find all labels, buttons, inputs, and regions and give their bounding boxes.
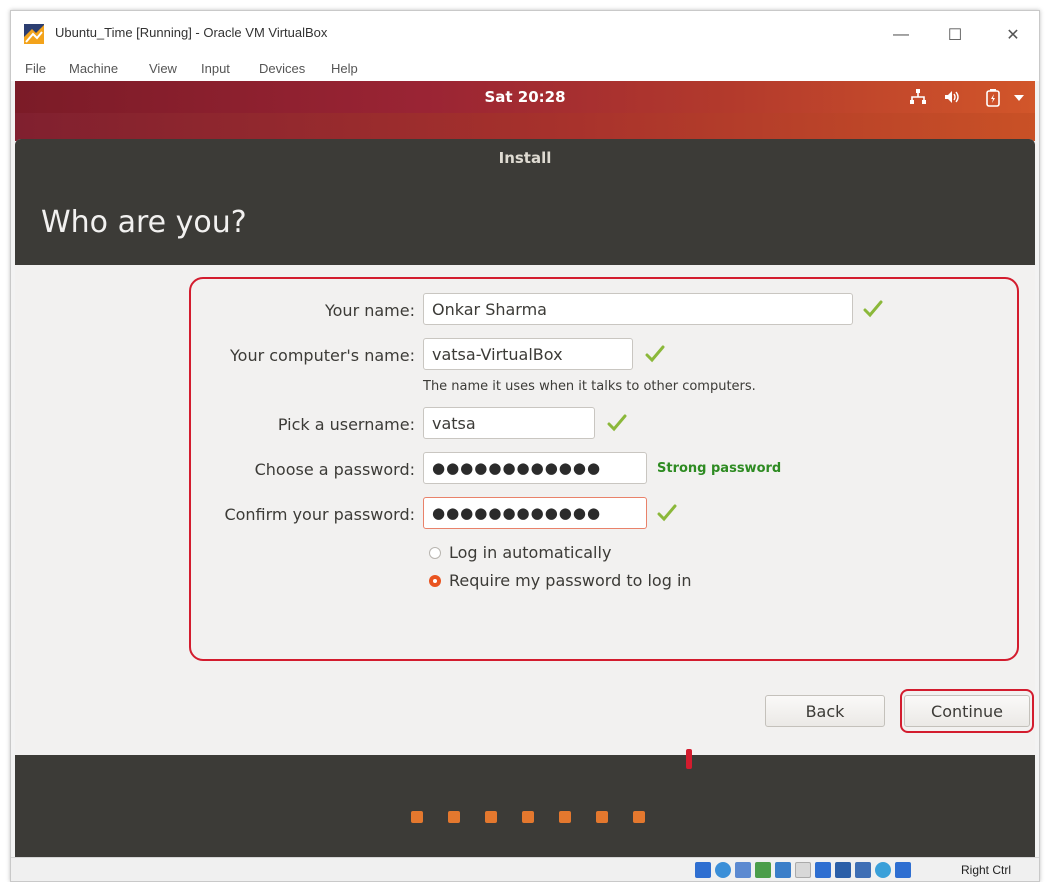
slide-dot[interactable] bbox=[485, 811, 497, 823]
volume-icon[interactable] bbox=[943, 89, 961, 105]
host-key-label: Right Ctrl bbox=[961, 863, 1012, 877]
annotation-button-box bbox=[900, 689, 1034, 733]
window-title: Ubuntu_Time [Running] - Oracle VM Virtua… bbox=[55, 25, 328, 40]
slide-dot[interactable] bbox=[411, 811, 423, 823]
slideshow-area bbox=[15, 755, 1035, 857]
menu-bar: File Machine View Input Devices Help bbox=[11, 59, 1039, 81]
desktop-wallpaper bbox=[15, 113, 1035, 141]
audio-icon[interactable] bbox=[735, 862, 751, 878]
maximize-button[interactable]: ☐ bbox=[933, 21, 977, 49]
installer-window: Install Who are you? Your name: Onkar Sh… bbox=[15, 139, 1035, 857]
mouse-integration-icon[interactable] bbox=[875, 862, 891, 878]
maximize-icon: ☐ bbox=[947, 27, 963, 44]
keyboard-capture-icon[interactable] bbox=[895, 862, 911, 878]
menu-help[interactable]: Help bbox=[331, 61, 358, 76]
close-button[interactable]: ✕ bbox=[991, 21, 1035, 49]
shared-folders-icon[interactable] bbox=[795, 862, 811, 878]
optical-drive-icon[interactable] bbox=[715, 862, 731, 878]
video-capture-icon[interactable] bbox=[835, 862, 851, 878]
vbox-statusbar: Right Ctrl bbox=[11, 857, 1039, 881]
network-adapter-icon[interactable] bbox=[755, 862, 771, 878]
menu-arrow-icon[interactable] bbox=[1013, 92, 1025, 104]
display-icon[interactable] bbox=[815, 862, 831, 878]
battery-icon[interactable] bbox=[985, 89, 1001, 107]
menu-view[interactable]: View bbox=[149, 61, 177, 76]
virtualbox-logo-icon bbox=[24, 24, 44, 44]
ubuntu-top-panel: Sat 20:28 bbox=[15, 81, 1035, 113]
minimize-button[interactable]: — bbox=[879, 21, 923, 49]
minimize-icon: — bbox=[893, 26, 909, 43]
window-titlebar[interactable]: Ubuntu_Time [Running] - Oracle VM Virtua… bbox=[11, 11, 1039, 59]
virtualbox-window: Ubuntu_Time [Running] - Oracle VM Virtua… bbox=[10, 10, 1040, 882]
slide-dot[interactable] bbox=[522, 811, 534, 823]
hard-disk-icon[interactable] bbox=[695, 862, 711, 878]
installer-title: Install bbox=[498, 149, 552, 167]
installer-header: Install Who are you? bbox=[15, 139, 1035, 265]
menu-machine[interactable]: Machine bbox=[69, 61, 118, 76]
slide-dot[interactable] bbox=[633, 811, 645, 823]
virtualization-icon[interactable] bbox=[855, 862, 871, 878]
slide-dot[interactable] bbox=[596, 811, 608, 823]
menu-devices[interactable]: Devices bbox=[259, 61, 305, 76]
slide-dot[interactable] bbox=[448, 811, 460, 823]
menu-input[interactable]: Input bbox=[201, 61, 230, 76]
slide-dot[interactable] bbox=[559, 811, 571, 823]
clock[interactable]: Sat 20:28 bbox=[15, 88, 1035, 106]
annotation-arrow bbox=[686, 749, 692, 769]
page-heading: Who are you? bbox=[41, 205, 247, 240]
annotation-box bbox=[189, 277, 1019, 661]
close-icon: ✕ bbox=[1006, 27, 1020, 44]
menu-file[interactable]: File bbox=[25, 61, 46, 76]
back-button[interactable]: Back bbox=[765, 695, 885, 727]
usb-icon[interactable] bbox=[775, 862, 791, 878]
network-icon[interactable] bbox=[909, 89, 927, 105]
